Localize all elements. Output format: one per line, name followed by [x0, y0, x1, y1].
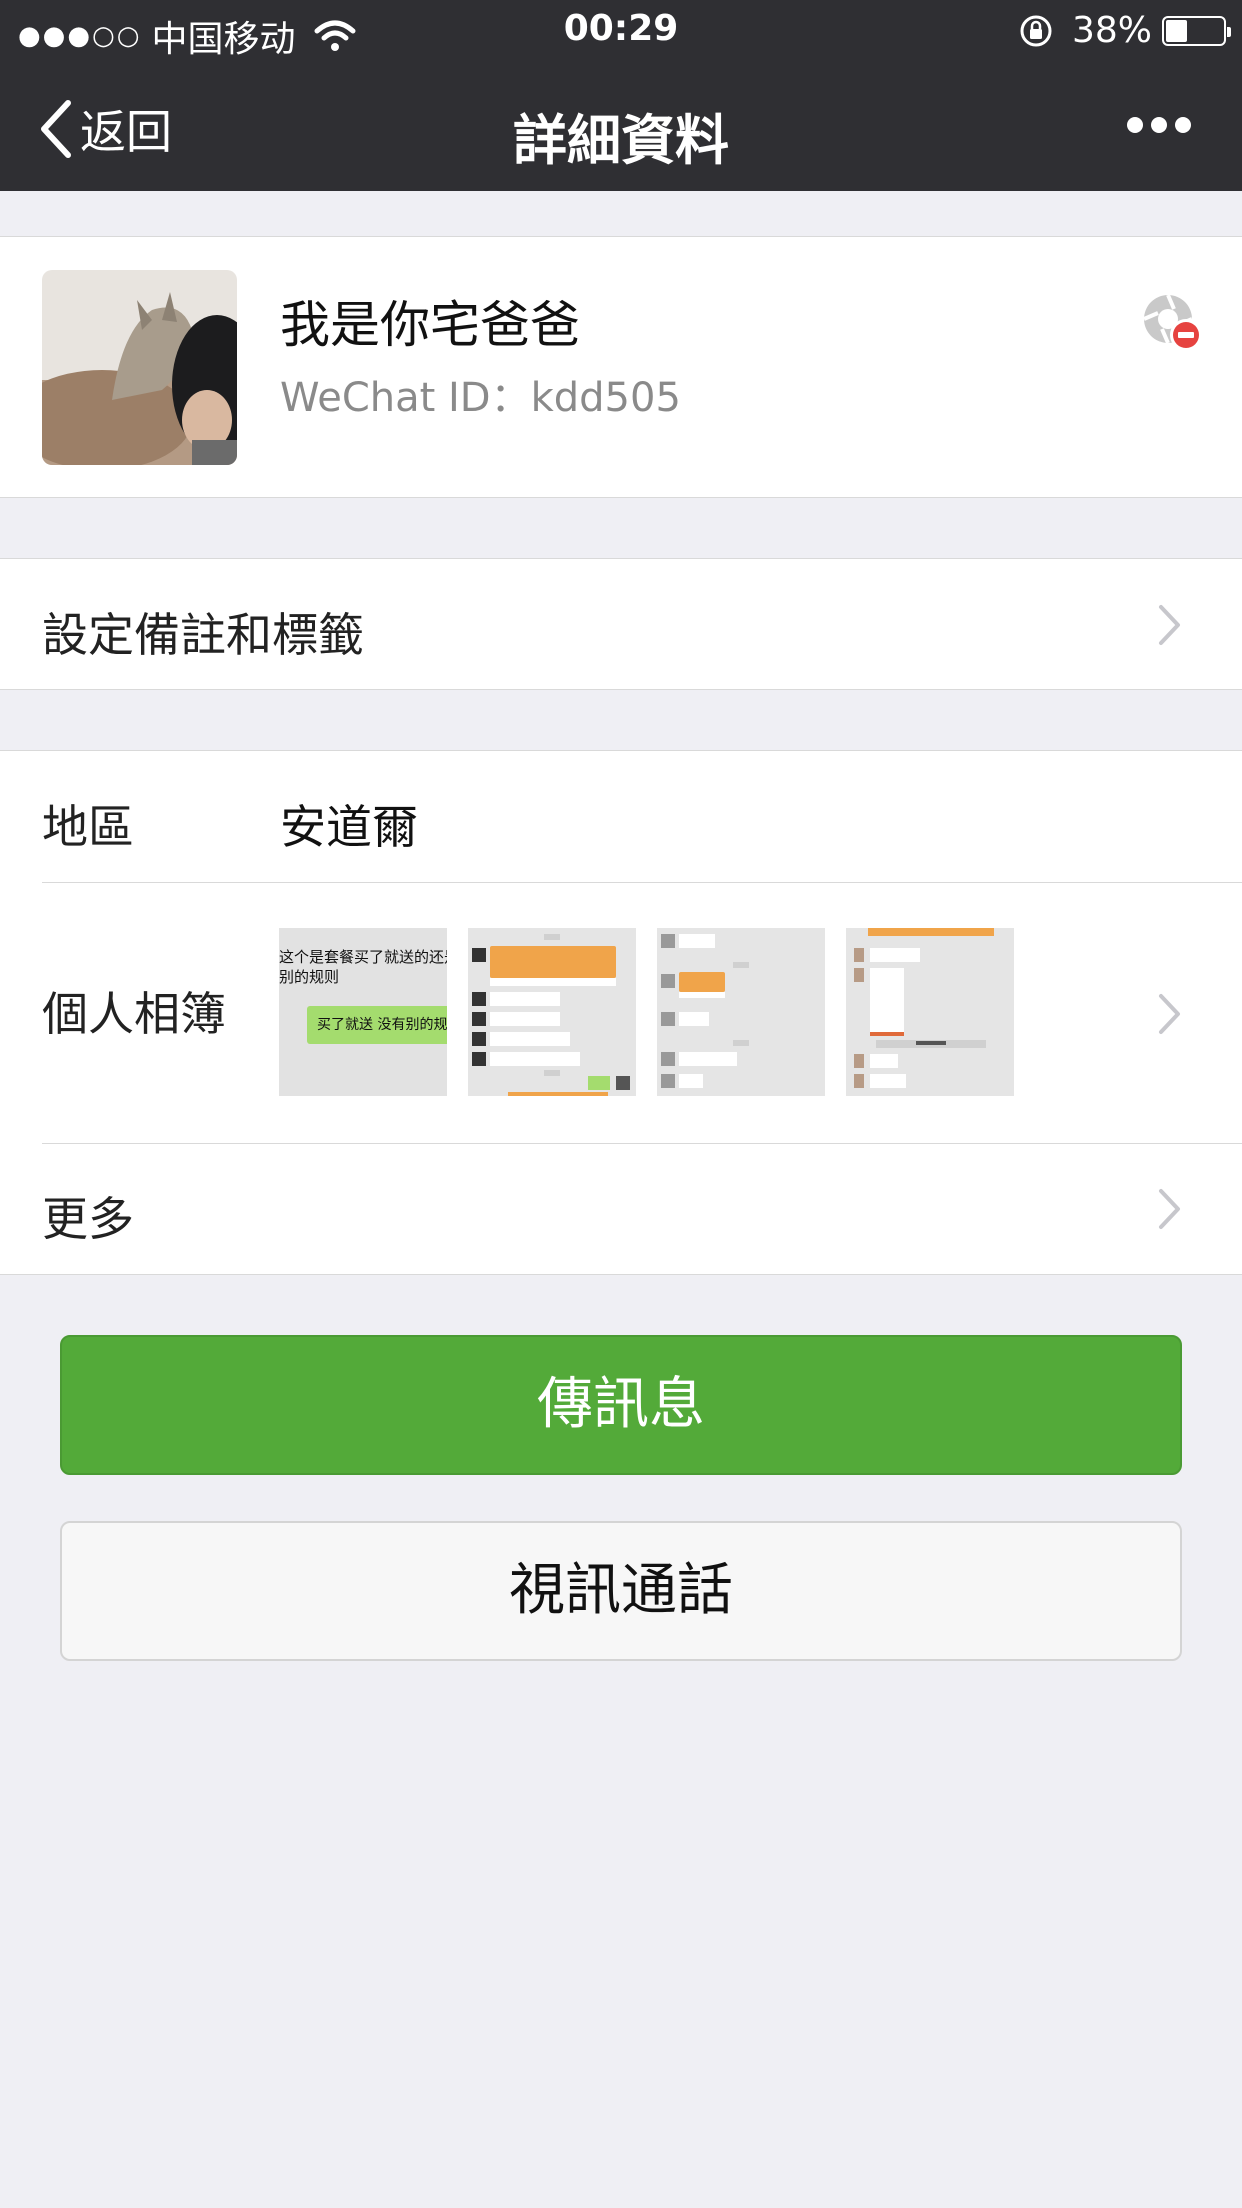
thumb-chat-screenshot: [846, 928, 1014, 1096]
chevron-right-icon: [1159, 994, 1180, 1034]
thumb-text-line-1: 这个是套餐买了就送的还是: [279, 948, 447, 966]
avatar[interactable]: [42, 270, 237, 465]
profile-card: 我是你宅爸爸 WeChat ID：kdd505: [0, 236, 1242, 498]
thumb-text-line-2: 别的规则: [279, 968, 340, 986]
wechat-id: WeChat ID：kdd505: [280, 375, 681, 421]
rotation-lock-icon: [1020, 15, 1052, 46]
thumb-chat-bubble: 买了就送 没有别的规: [307, 1006, 447, 1044]
more-row[interactable]: 更多: [0, 1143, 1242, 1275]
personal-album-row[interactable]: 個人相簿 这个是套餐买了就送的还是 别的规则 买了就送 没有别的规: [0, 883, 1242, 1143]
page-title: 詳細資料: [513, 109, 729, 172]
profile-name: 我是你宅爸爸: [280, 296, 580, 354]
region-label: 地區: [42, 800, 134, 854]
status-right: 38%: [1018, 10, 1231, 51]
send-message-button[interactable]: 傳訊息: [60, 1335, 1182, 1475]
region-value: 安道爾: [280, 800, 418, 854]
album-thumbnail-3[interactable]: [657, 928, 825, 1096]
video-call-button[interactable]: 視訊通話: [60, 1521, 1182, 1661]
blocked-moments-icon: [1143, 294, 1202, 351]
album-label: 個人相簿: [42, 987, 226, 1041]
info-card: 地區 安道爾 個人相簿 这个是套餐买了就送的还是 别的规则 买了就送 没有别的规: [0, 750, 1242, 1275]
battery-level: [1166, 19, 1188, 42]
status-bar: ●●●○○ 中国移动 00:29 38%: [0, 0, 1242, 60]
chevron-right-icon: [1159, 1189, 1180, 1229]
album-thumbnail-2[interactable]: [468, 928, 636, 1096]
album-thumbnail-4[interactable]: [846, 928, 1014, 1096]
remark-label: 設定備註和標籤: [42, 608, 364, 662]
album-thumbnails: 这个是套餐买了就送的还是 别的规则 买了就送 没有别的规: [279, 928, 1014, 1096]
contact-detail-screen: ●●●○○ 中国移动 00:29 38% 返回 詳細資料 我是你宅爸爸 WeCh…: [0, 0, 1242, 2208]
set-remark-and-tags-row[interactable]: 設定備註和標籤: [0, 558, 1242, 690]
album-thumbnail-1[interactable]: 这个是套餐买了就送的还是 别的规则 买了就送 没有别的规: [279, 928, 447, 1096]
thumb-chat-screenshot: [468, 928, 636, 1096]
chevron-right-icon: [1159, 605, 1180, 645]
battery-percent: 38%: [1071, 10, 1152, 51]
thumb-chat-screenshot: [657, 928, 825, 1096]
battery-tip: [1227, 26, 1231, 37]
more-options-icon[interactable]: [1126, 112, 1192, 138]
navigation-bar: 返回 詳細資料: [0, 60, 1242, 191]
avatar-image: [42, 270, 237, 465]
more-label: 更多: [42, 1192, 134, 1246]
battery-icon: [1162, 15, 1231, 46]
